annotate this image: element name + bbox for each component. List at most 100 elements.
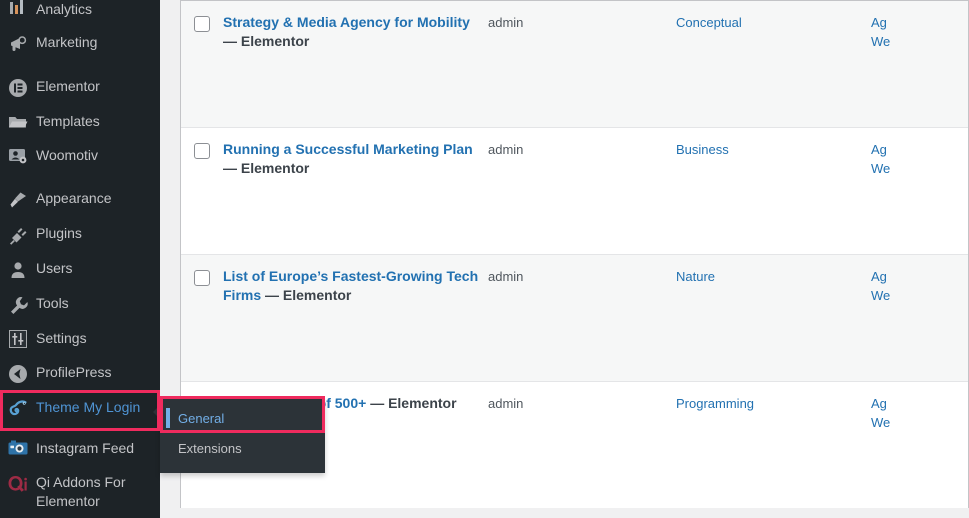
row-author-cell: admin (488, 382, 676, 421)
submenu-theme-my-login: General Extensions (160, 398, 325, 473)
sidebar-item-label: Theme My Login (36, 399, 141, 415)
row-categories-cell: Business (676, 128, 871, 167)
tag-link[interactable]: We (871, 32, 968, 51)
sidebar-item-label: Tools (36, 295, 69, 311)
tag-link[interactable]: We (871, 413, 968, 432)
author-name[interactable]: admin (488, 269, 523, 284)
category-link[interactable]: Nature (676, 269, 715, 284)
row-select-cell (181, 128, 223, 167)
row-author-cell: admin (488, 1, 676, 40)
sidebar-item-qi-addons-for-elementor[interactable]: Qi Addons For Elementor (0, 466, 160, 518)
sidebar-item-label: Templates (36, 113, 100, 129)
tag-link[interactable]: Ag (871, 267, 968, 286)
sidebar-item-analytics[interactable]: Analytics (0, 0, 160, 26)
user-icon (0, 259, 36, 280)
sidebar-item-users[interactable]: Users (0, 252, 160, 287)
table-row[interactable]: List of Europe’s Fastest-Growing Tech Fi… (181, 254, 968, 381)
sidebar-item-label: Qi Addons For Elementor (36, 474, 126, 509)
post-title-link[interactable]: Strategy & Media Agency for Mobility — E… (223, 14, 470, 49)
sidebar-item-elementor[interactable]: Elementor (0, 70, 160, 105)
sidebar-item-templates[interactable]: Templates (0, 105, 160, 139)
elementor-icon (0, 77, 36, 98)
table-row[interactable]: Strategy & Media Agency for Mobility — E… (181, 0, 968, 127)
tag-link[interactable]: Ag (871, 394, 968, 413)
tag-link[interactable]: Ag (871, 13, 968, 32)
submenu-item-label: General (178, 411, 225, 426)
sidebar-item-label: Elementor (36, 78, 100, 94)
author-name[interactable]: admin (488, 15, 523, 30)
submenu-item-label: Extensions (178, 441, 242, 456)
post-title-suffix: — Elementor (223, 160, 310, 176)
woomotiv-icon (0, 146, 36, 165)
post-title-text: Strategy & Media Agency for Mobility (223, 14, 470, 30)
tag-link[interactable]: We (871, 286, 968, 305)
sidebar-item-instagram-feed[interactable]: Instagram Feed (0, 432, 160, 466)
tag-link[interactable]: We (871, 159, 968, 178)
sliders-icon (0, 329, 36, 348)
sidebar-separator (0, 173, 160, 182)
sidebar-item-label: ProfilePress (36, 364, 112, 380)
sidebar-separator (0, 61, 160, 70)
sidebar-item-label: Settings (36, 330, 87, 346)
row-title-cell: List of Europe’s Fastest-Growing Tech Fi… (223, 255, 488, 313)
admin-sidebar: Analytics Marketing Elementor Templates … (0, 0, 160, 518)
row-author-cell: admin (488, 255, 676, 294)
sidebar-item-label: Users (36, 260, 73, 276)
row-checkbox[interactable] (194, 270, 210, 286)
row-categories-cell: Nature (676, 255, 871, 294)
row-tags-cell: Ag We (871, 1, 968, 59)
chameleon-icon (0, 398, 36, 419)
plug-icon (0, 224, 36, 245)
sidebar-item-tools[interactable]: Tools (0, 287, 160, 322)
post-title-link[interactable]: Running a Successful Marketing Plan — El… (223, 141, 473, 176)
category-link[interactable]: Business (676, 142, 729, 157)
author-name[interactable]: admin (488, 396, 523, 411)
analytics-icon (0, 0, 36, 16)
post-title-text: Running a Successful Marketing Plan (223, 141, 473, 157)
row-select-cell (181, 255, 223, 294)
row-checkbox[interactable] (194, 143, 210, 159)
sidebar-item-plugins[interactable]: Plugins (0, 217, 160, 252)
sidebar-item-label: Appearance (36, 190, 112, 206)
wrench-icon (0, 294, 36, 315)
sidebar-item-label: Analytics (36, 1, 93, 17)
row-checkbox[interactable] (194, 16, 210, 32)
paintbrush-icon (0, 189, 36, 210)
sidebar-item-marketing[interactable]: Marketing (0, 26, 160, 61)
post-title-link[interactable]: List of Europe’s Fastest-Growing Tech Fi… (223, 268, 478, 303)
submenu-item-general[interactable]: General (160, 404, 325, 434)
post-title-suffix: — Elementor (223, 33, 310, 49)
category-link[interactable]: Programming (676, 396, 754, 411)
submenu-item-extensions[interactable]: Extensions (160, 434, 325, 464)
megaphone-icon (0, 33, 36, 54)
row-title-cell: Strategy & Media Agency for Mobility — E… (223, 1, 488, 59)
row-author-cell: admin (488, 128, 676, 167)
category-link[interactable]: Conceptual (676, 15, 742, 30)
sidebar-item-settings[interactable]: Settings (0, 322, 160, 356)
sidebar-item-label: Marketing (36, 34, 98, 50)
profilepress-icon (0, 363, 36, 384)
sidebar-item-profilepress[interactable]: ProfilePress (0, 356, 160, 391)
folder-icon (0, 112, 36, 131)
row-tags-cell: Ag We (871, 128, 968, 186)
row-select-cell (181, 1, 223, 40)
sidebar-item-label: Plugins (36, 225, 82, 241)
sidebar-item-label: Instagram Feed (36, 440, 135, 456)
qi-icon (0, 473, 36, 494)
row-categories-cell: Conceptual (676, 1, 871, 40)
row-categories-cell: Programming (676, 382, 871, 421)
camera-icon (0, 439, 36, 456)
author-name[interactable]: admin (488, 142, 523, 157)
tag-link[interactable]: Ag (871, 140, 968, 159)
row-tags-cell: Ag We (871, 382, 968, 440)
sidebar-item-theme-my-login[interactable]: Theme My Login (0, 391, 160, 432)
post-title-suffix: — Elementor (370, 395, 457, 411)
row-title-cell: Running a Successful Marketing Plan — El… (223, 128, 488, 186)
sidebar-item-woomotiv[interactable]: Woomotiv (0, 139, 160, 173)
sidebar-item-appearance[interactable]: Appearance (0, 182, 160, 217)
submenu-arrow-icon (153, 403, 160, 420)
table-row[interactable]: Running a Successful Marketing Plan — El… (181, 127, 968, 254)
row-tags-cell: Ag We (871, 255, 968, 313)
admin-screen: Analytics Marketing Elementor Templates … (0, 0, 969, 518)
sidebar-item-label: Woomotiv (36, 147, 98, 163)
